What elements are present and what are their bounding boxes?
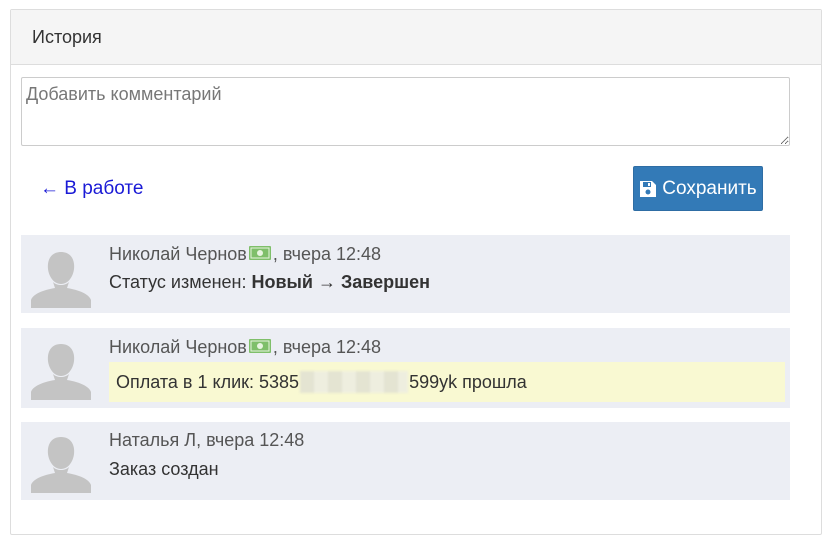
author-name: Николай Чернов (109, 244, 247, 264)
history-entry: Николай Чернов , вчера 12:48 Статус изме… (21, 235, 790, 313)
floppy-disk-icon (639, 180, 657, 198)
entry-meta: Наталья Л, вчера 12:48 (109, 430, 304, 451)
avatar (29, 336, 93, 400)
save-button-label: Сохранить (662, 177, 757, 199)
avatar (29, 429, 93, 493)
payment-suffix: 599yk прошла (409, 371, 527, 392)
payment-notice: Оплата в 1 клик: 5385 599yk прошла (109, 362, 785, 402)
money-icon (248, 244, 271, 265)
entry-meta: Николай Чернов , вчера 12:48 (109, 244, 381, 265)
status-to: Завершен (341, 272, 431, 292)
payment-prefix: Оплата в 1 клик: 5385 (116, 371, 300, 392)
entry-time: , вчера 12:48 (196, 430, 305, 450)
panel-title: История (32, 26, 102, 47)
entry-meta: Николай Чернов , вчера 12:48 (109, 337, 381, 358)
avatar (29, 244, 93, 308)
status-prefix: Статус изменен: (109, 272, 252, 292)
entry-time: , вчера 12:48 (272, 244, 382, 264)
status-arrow: → (313, 272, 342, 292)
status-change-text: Статус изменен: Новый → Завершен (109, 272, 430, 293)
status-from: Новый (251, 272, 314, 292)
money-icon (248, 337, 271, 358)
entry-text: Заказ создан (109, 459, 219, 479)
panel-header: История (11, 10, 821, 65)
author-name: Наталья Л (109, 430, 197, 450)
redacted-card-number (300, 371, 409, 393)
history-entry: Наталья Л, вчера 12:48 Заказ создан (21, 422, 790, 500)
comment-input[interactable] (21, 77, 790, 146)
history-entry: Николай Чернов , вчера 12:48 Оплата в 1 … (21, 328, 790, 408)
back-to-in-progress-link[interactable]: ← В работе (40, 178, 143, 200)
save-button[interactable]: Сохранить (633, 166, 763, 211)
entry-time: , вчера 12:48 (272, 337, 382, 357)
author-name: Николай Чернов (109, 337, 247, 357)
